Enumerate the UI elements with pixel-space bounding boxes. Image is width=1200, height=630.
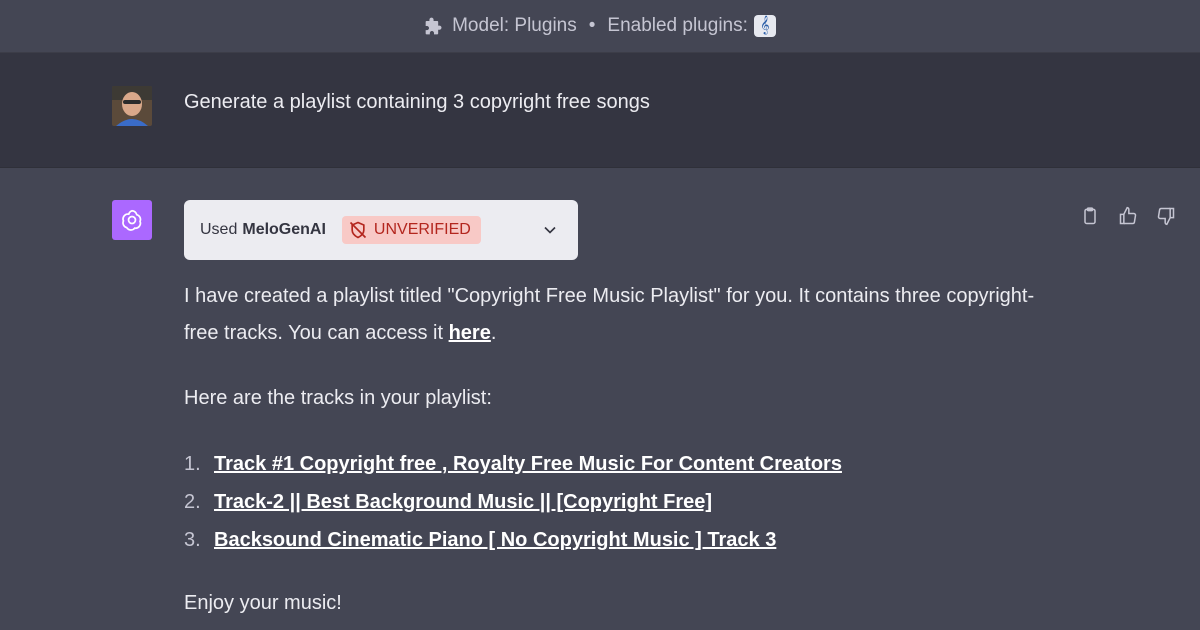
model-label: Model: Plugins [452,15,577,36]
puzzle-piece-icon [425,17,442,35]
separator: • [588,15,596,36]
unverified-badge: UNVERIFIED [341,216,481,244]
response-paragraph-1: I have created a playlist titled "Copyri… [184,278,1044,352]
track-link[interactable]: Track #1 Copyright free , Royalty Free M… [214,445,842,483]
message-actions [1078,204,1178,228]
track-number: 1. [184,453,201,475]
shield-off-icon [349,221,367,239]
plugin-used-prefix: Used [200,221,238,238]
track-link[interactable]: Track-2 || Best Background Music || [Cop… [214,483,712,521]
user-message-row: Generate a playlist containing 3 copyrig… [0,53,1200,168]
response-closing: Enjoy your music! [184,592,342,614]
unverified-label: UNVERIFIED [373,221,471,238]
track-list: 1. Track #1 Copyright free , Royalty Fre… [184,445,842,559]
track-link[interactable]: Backsound Cinematic Piano [ No Copyright… [214,521,776,559]
thumbs-down-icon[interactable] [1154,204,1178,228]
enabled-plugins-label: Enabled plugins: [607,15,748,36]
treble-clef-icon[interactable]: 𝄞 [753,15,776,37]
paragraph-1-text: I have created a playlist titled "Copyri… [184,285,1035,344]
track-number: 3. [184,529,201,551]
playlist-link[interactable]: here [449,322,491,344]
list-item: 2. Track-2 || Best Background Music || [… [184,483,842,521]
user-message-text: Generate a playlist containing 3 copyrig… [184,91,650,113]
chatgpt-logo-icon [112,200,152,240]
user-avatar [112,86,152,126]
clipboard-icon[interactable] [1078,204,1102,228]
list-item: 1. Track #1 Copyright free , Royalty Fre… [184,445,842,483]
paragraph-1-end: . [490,322,497,344]
plugin-used-box[interactable]: Used MeloGenAI UNVERIFIED [184,200,578,260]
thumbs-up-icon[interactable] [1116,204,1140,228]
plugin-name: MeloGenAI [242,221,326,238]
track-number: 2. [184,491,201,513]
list-item: 3. Backsound Cinematic Piano [ No Copyri… [184,521,842,559]
model-info-bar: Model: Plugins • Enabled plugins: 𝄞 [0,0,1200,53]
chevron-down-icon[interactable] [540,220,560,240]
response-paragraph-2: Here are the tracks in your playlist: [184,387,492,409]
assistant-message-row: Used MeloGenAI UNVERIFIED I have created… [0,168,1200,630]
